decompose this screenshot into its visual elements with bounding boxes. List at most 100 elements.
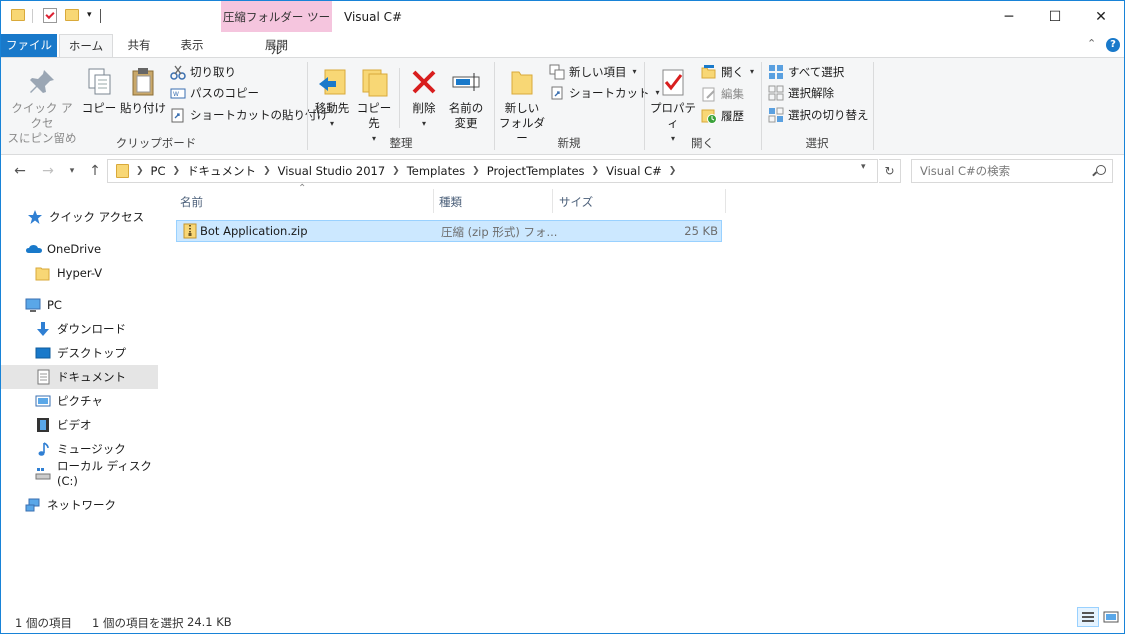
ribbon: クイック アクセ スにピン留め コピー 貼り付け 切り取り W パスのコピー シ… bbox=[1, 57, 1124, 155]
open-button[interactable]: 開く ▾ bbox=[701, 62, 754, 82]
nav-label: ミュージック bbox=[57, 442, 126, 456]
invert-selection-label: 選択の切り替え bbox=[788, 108, 869, 122]
cut-button[interactable]: 切り取り bbox=[170, 62, 236, 82]
breadcrumb-item[interactable]: Templates bbox=[407, 164, 465, 178]
file-row[interactable]: Bot Application.zip 圧縮 (zip 形式) フォ... 25… bbox=[176, 220, 722, 242]
large-icons-view-button[interactable] bbox=[1100, 607, 1122, 627]
nav-item-videos[interactable]: ビデオ bbox=[1, 413, 158, 437]
details-view-button[interactable] bbox=[1077, 607, 1099, 627]
folder-icon bbox=[35, 265, 51, 281]
selection-size: 24.1 KB bbox=[187, 615, 232, 629]
chevron-right-icon[interactable]: ❯ bbox=[392, 166, 400, 176]
new-folder-button[interactable]: 新しい フォルダー bbox=[498, 66, 546, 146]
copy-button[interactable]: コピー bbox=[81, 66, 117, 116]
delete-button[interactable]: 削除 ▾ bbox=[405, 66, 443, 131]
nav-item-downloads[interactable]: ダウンロード bbox=[1, 317, 158, 341]
nav-item-documents[interactable]: ドキュメント bbox=[1, 365, 158, 389]
folder-icon bbox=[11, 9, 25, 21]
group-separator bbox=[307, 62, 308, 150]
collapse-ribbon-icon[interactable]: ⌃ bbox=[1087, 37, 1096, 50]
column-header-name[interactable]: 名前 bbox=[176, 191, 432, 213]
file-type: 圧縮 (zip 形式) フォ... bbox=[441, 225, 558, 239]
tab-home[interactable]: ホーム bbox=[59, 34, 113, 57]
select-all-label: すべて選択 bbox=[788, 65, 845, 79]
nav-item-desktop[interactable]: デスクトップ bbox=[1, 341, 158, 365]
up-button[interactable]: ↑ bbox=[85, 160, 105, 182]
new-item-button[interactable]: 新しい項目 ▾ bbox=[549, 62, 637, 82]
copy-to-button[interactable]: コピー先 ▾ bbox=[354, 66, 394, 146]
properties-check-icon[interactable] bbox=[43, 8, 57, 23]
nav-label: PC bbox=[47, 298, 62, 312]
maximize-button[interactable]: ☐ bbox=[1032, 1, 1078, 32]
edit-button[interactable]: 編集 bbox=[701, 84, 744, 104]
minimize-button[interactable]: ─ bbox=[986, 1, 1032, 32]
address-bar[interactable]: ❯ PC ❯ ドキュメント ❯ Visual Studio 2017 ❯ Tem… bbox=[107, 159, 878, 183]
column-separator[interactable] bbox=[725, 189, 726, 213]
column-header-type[interactable]: 種類 bbox=[435, 191, 551, 213]
move-to-button[interactable]: 移動先 ▾ bbox=[312, 66, 352, 131]
help-icon[interactable]: ? bbox=[1106, 38, 1120, 52]
chevron-right-icon[interactable]: ❯ bbox=[472, 166, 480, 176]
new-item-icon bbox=[549, 64, 565, 80]
nav-item-pc[interactable]: PC bbox=[1, 293, 158, 317]
pin-icon bbox=[26, 66, 58, 98]
recent-locations-dropdown-icon[interactable]: ▾ bbox=[62, 160, 82, 182]
edit-label: 編集 bbox=[721, 87, 744, 101]
select-all-button[interactable]: すべて選択 bbox=[768, 62, 844, 82]
chevron-right-icon[interactable]: ❯ bbox=[173, 166, 181, 176]
search-box[interactable]: Visual C#の検索 bbox=[911, 159, 1113, 183]
new-folder-icon[interactable] bbox=[65, 9, 79, 21]
rename-icon bbox=[450, 66, 482, 98]
tab-share[interactable]: 共有 bbox=[113, 34, 165, 57]
new-folder-icon bbox=[506, 66, 538, 98]
select-none-button[interactable]: 選択解除 bbox=[768, 83, 834, 103]
separator bbox=[399, 68, 400, 128]
cloud-icon bbox=[25, 241, 42, 257]
column-header-size[interactable]: サイズ bbox=[555, 191, 723, 213]
nav-item-onedrive[interactable]: OneDrive bbox=[1, 237, 158, 261]
paste-shortcut-button[interactable]: ショートカットの貼り付け bbox=[170, 105, 328, 125]
pin-to-quick-access-button[interactable]: クイック アクセ スにピン留め bbox=[7, 66, 77, 146]
nav-item-hyperv[interactable]: Hyper-V bbox=[1, 261, 158, 285]
easy-access-button[interactable]: ショートカット ▾ bbox=[549, 83, 660, 103]
column-separator[interactable] bbox=[433, 189, 434, 213]
breadcrumb-item[interactable]: Visual C# bbox=[606, 164, 662, 178]
tab-file[interactable]: ファイル bbox=[1, 34, 57, 57]
close-button[interactable]: ✕ bbox=[1078, 1, 1124, 32]
cut-label: 切り取り bbox=[190, 65, 236, 79]
select-none-label: 選択解除 bbox=[788, 86, 834, 100]
paste-button[interactable]: 貼り付け bbox=[119, 66, 167, 116]
history-label: 履歴 bbox=[721, 109, 744, 123]
rename-button[interactable]: 名前の 変更 bbox=[445, 66, 487, 131]
column-separator[interactable] bbox=[552, 189, 553, 213]
breadcrumb-item[interactable]: ドキュメント bbox=[187, 163, 256, 179]
invert-selection-button[interactable]: 選択の切り替え bbox=[768, 105, 869, 125]
chevron-right-icon[interactable]: ❯ bbox=[136, 166, 144, 176]
nav-item-local-disk[interactable]: ローカル ディスク (C:) bbox=[1, 459, 158, 488]
chevron-right-icon[interactable]: ❯ bbox=[592, 166, 600, 176]
address-history-dropdown-icon[interactable]: ▾ bbox=[861, 162, 866, 172]
breadcrumb-item[interactable]: ProjectTemplates bbox=[487, 164, 585, 178]
tab-view[interactable]: 表示 bbox=[165, 34, 219, 57]
properties-button[interactable]: プロパティ ▾ bbox=[649, 66, 697, 146]
nav-item-quick-access[interactable]: クイック アクセス bbox=[1, 205, 158, 229]
chevron-right-icon[interactable]: ❯ bbox=[669, 166, 677, 176]
rename-label-line2: 変更 bbox=[454, 116, 478, 130]
separator bbox=[32, 9, 33, 23]
breadcrumb-item[interactable]: PC bbox=[151, 164, 166, 178]
chevron-right-icon[interactable]: ❯ bbox=[263, 166, 271, 176]
back-button[interactable]: ← bbox=[10, 160, 30, 182]
breadcrumb-item[interactable]: Visual Studio 2017 bbox=[278, 164, 386, 178]
svg-text:W: W bbox=[173, 91, 179, 98]
nav-item-network[interactable]: ネットワーク bbox=[1, 493, 158, 517]
refresh-button[interactable]: ↻ bbox=[879, 159, 901, 183]
nav-item-pictures[interactable]: ピクチャ bbox=[1, 389, 158, 413]
tab-extract[interactable]: 展開 bbox=[221, 34, 332, 57]
copy-path-button[interactable]: W パスのコピー bbox=[170, 83, 259, 103]
quick-access-dropdown-icon[interactable]: ▾ bbox=[87, 10, 92, 20]
copy-to-icon bbox=[358, 66, 390, 98]
forward-button[interactable]: → bbox=[38, 160, 58, 182]
rename-label-line1: 名前の bbox=[448, 101, 484, 115]
history-button[interactable]: 履歴 bbox=[701, 106, 744, 126]
desktop-icon bbox=[35, 345, 51, 361]
